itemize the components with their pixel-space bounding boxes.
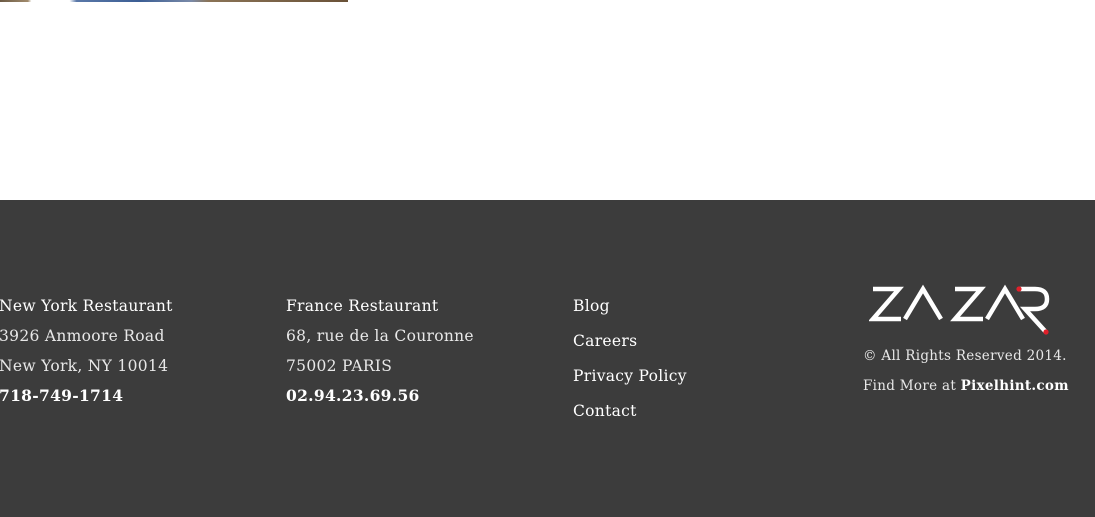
find-more-line: Find More at Pixelhint.com (863, 371, 1069, 401)
new-york-phone: 718-749-1714 (0, 386, 124, 405)
footer-links: Blog Careers Privacy Policy Contact (573, 294, 687, 434)
france-address-line1: 68, rue de la Couronne (286, 327, 474, 345)
france-title: France Restaurant (286, 297, 439, 315)
find-more-prefix: Find More at (863, 378, 961, 394)
privacy-policy-link[interactable]: Privacy Policy (573, 364, 687, 399)
france-address-line2: 75002 PARIS (286, 357, 393, 375)
new-york-restaurant-info: New York Restaurant 3926 Anmoore Road Ne… (0, 294, 173, 414)
zazar-logo (869, 284, 1050, 335)
careers-link[interactable]: Careers (573, 329, 687, 364)
cropped-image (0, 0, 348, 2)
pixelhint-link[interactable]: Pixelhint.com (961, 378, 1069, 394)
copyright-text: © All Rights Reserved 2014. (863, 348, 1067, 364)
new-york-title: New York Restaurant (0, 297, 173, 315)
new-york-address-line1: 3926 Anmoore Road (0, 327, 165, 345)
contact-link[interactable]: Contact (573, 399, 687, 434)
new-york-address-line2: New York, NY 10014 (0, 357, 169, 375)
footer: New York Restaurant 3926 Anmoore Road Ne… (0, 200, 1095, 517)
france-restaurant-info: France Restaurant 68, rue de la Couronne… (286, 294, 474, 414)
france-phone: 02.94.23.69.56 (286, 386, 420, 405)
blog-link[interactable]: Blog (573, 294, 687, 329)
brand-block: © All Rights Reserved 2014. Find More at… (863, 283, 1069, 401)
content-area (0, 0, 1095, 200)
